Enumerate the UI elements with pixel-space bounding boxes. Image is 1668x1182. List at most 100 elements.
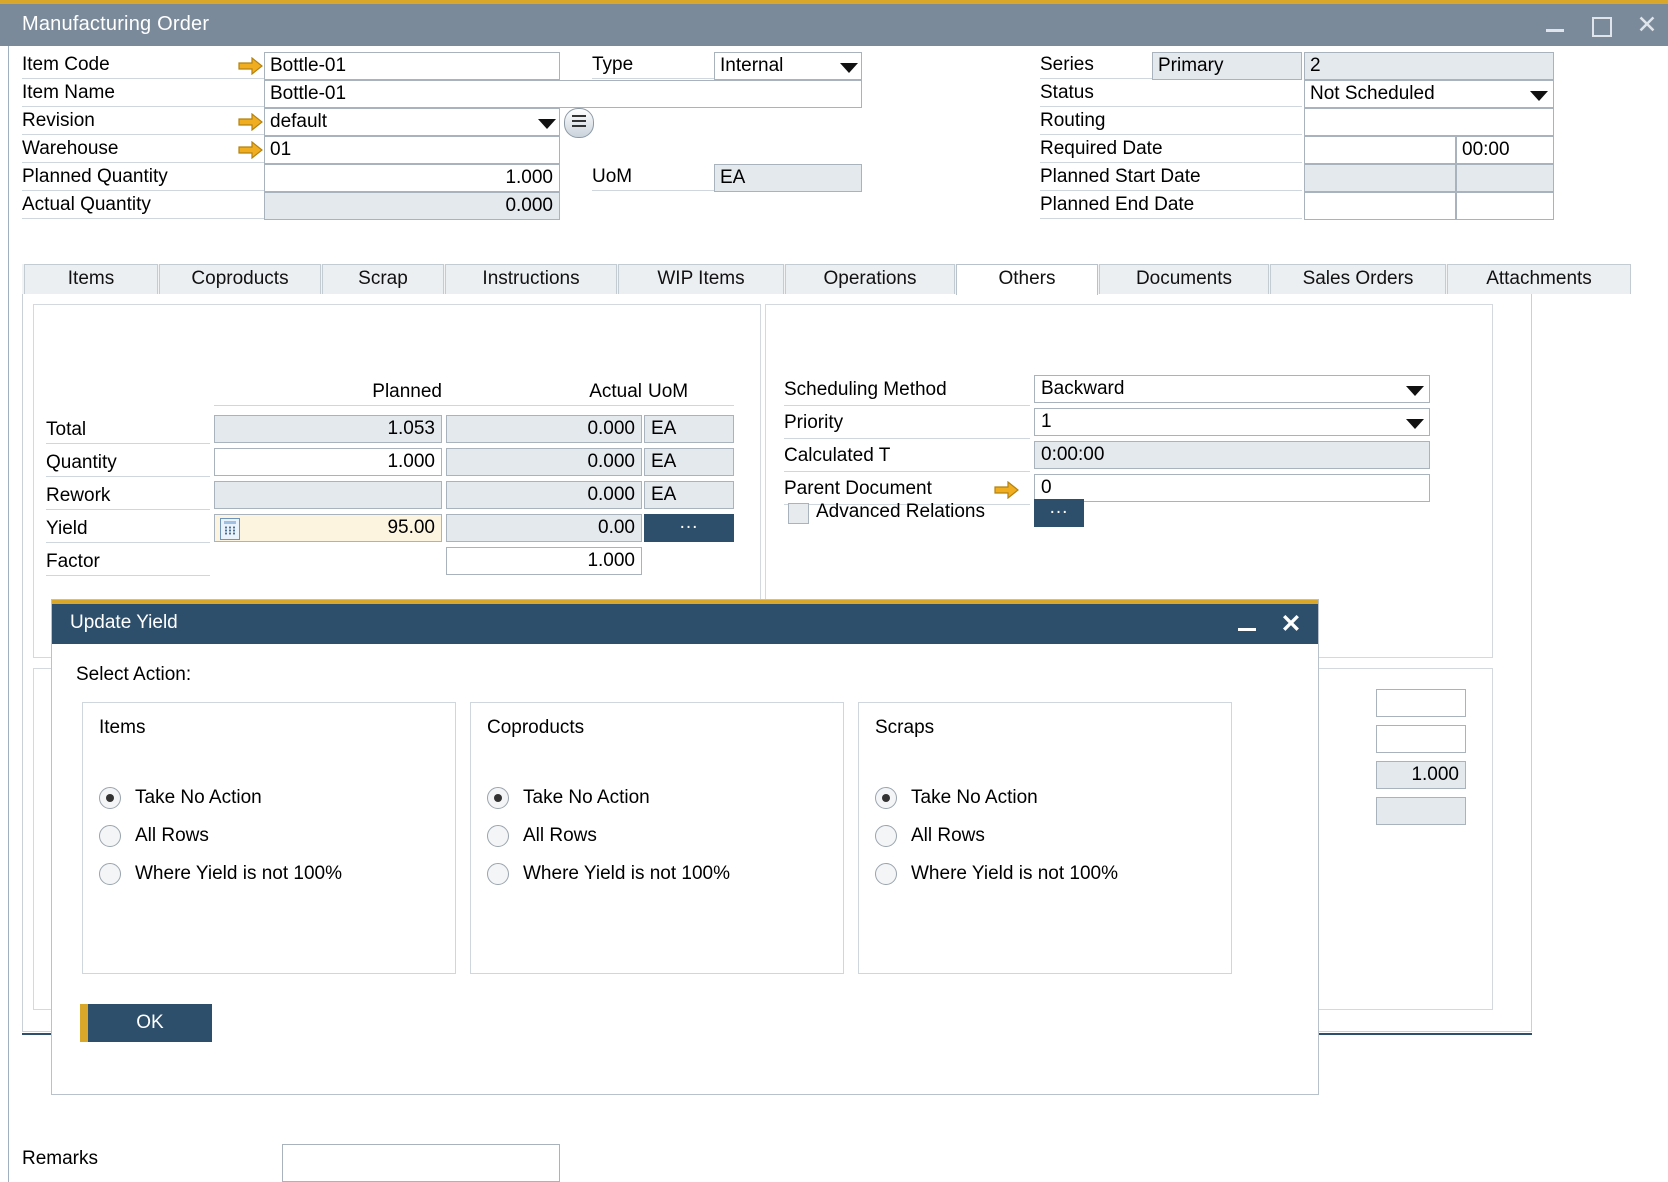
radio-icon[interactable]: [875, 787, 897, 809]
lower-right-field-1[interactable]: [1376, 689, 1466, 717]
coproducts-option-where-yield-not-100[interactable]: Where Yield is not 100%: [487, 861, 730, 887]
planned-quantity-input[interactable]: [264, 164, 560, 192]
chevron-down-icon[interactable]: [1406, 386, 1424, 396]
scraps-option-take-no-action[interactable]: Take No Action: [875, 785, 1038, 811]
priority-select[interactable]: [1034, 408, 1430, 436]
factor-actual-input[interactable]: [446, 547, 642, 575]
radio-icon[interactable]: [487, 787, 509, 809]
maximize-icon[interactable]: [1590, 14, 1612, 36]
revision-select[interactable]: [264, 108, 560, 136]
tab-documents[interactable]: Documents: [1099, 264, 1269, 294]
ok-button-label: OK: [136, 1012, 163, 1033]
row-label-rework: Rework: [46, 485, 206, 507]
radio-icon[interactable]: [487, 863, 509, 885]
tab-attachments[interactable]: Attachments: [1447, 264, 1631, 294]
yield-planned-input[interactable]: [214, 514, 442, 542]
row-label-quantity: Quantity: [46, 452, 206, 474]
revision-list-button[interactable]: [564, 108, 594, 138]
lower-right-field-2[interactable]: [1376, 725, 1466, 753]
divider: [22, 78, 264, 79]
link-arrow-icon[interactable]: [238, 141, 264, 159]
divider: [22, 162, 264, 163]
calculator-icon[interactable]: [220, 518, 240, 540]
divider: [1040, 218, 1302, 219]
divider: [46, 542, 210, 543]
item-code-input[interactable]: [264, 52, 560, 80]
coproducts-option-all-rows[interactable]: All Rows: [487, 823, 597, 849]
quantity-planned-input[interactable]: [214, 448, 442, 476]
dialog-close-icon[interactable]: ✕: [1280, 613, 1302, 635]
link-arrow-icon[interactable]: [238, 57, 264, 75]
option-label: All Rows: [135, 825, 209, 847]
tab-sales-orders[interactable]: Sales Orders: [1270, 264, 1446, 294]
tab-operations[interactable]: Operations: [785, 264, 955, 294]
items-option-where-yield-not-100[interactable]: Where Yield is not 100%: [99, 861, 342, 887]
divider: [784, 438, 1030, 439]
chevron-down-icon[interactable]: [840, 63, 858, 73]
radio-icon[interactable]: [99, 863, 121, 885]
radio-icon[interactable]: [99, 787, 121, 809]
planned-end-date-input[interactable]: [1304, 192, 1456, 220]
chevron-down-icon[interactable]: [1530, 91, 1548, 101]
scheduling-method-select[interactable]: [1034, 375, 1430, 403]
required-date-input[interactable]: [1304, 136, 1456, 164]
scraps-action-group: Scraps Take No Action All Rows Where Yie…: [858, 702, 1232, 974]
chevron-down-icon[interactable]: [1406, 419, 1424, 429]
radio-icon[interactable]: [487, 825, 509, 847]
yield-actual-input: [446, 514, 642, 542]
item-name-input[interactable]: [264, 80, 862, 108]
divider: [22, 218, 264, 219]
select-action-label: Select Action:: [76, 664, 191, 686]
yield-update-button[interactable]: ...: [644, 514, 734, 542]
tab-instructions[interactable]: Instructions: [445, 264, 617, 294]
items-option-all-rows[interactable]: All Rows: [99, 823, 209, 849]
tab-items[interactable]: Items: [24, 264, 158, 294]
tab-wip-items[interactable]: WIP Items: [618, 264, 784, 294]
close-icon[interactable]: ✕: [1636, 14, 1658, 36]
column-header-planned: Planned: [214, 381, 442, 403]
divider: [22, 190, 264, 191]
radio-icon[interactable]: [875, 825, 897, 847]
rework-planned-input: [214, 481, 442, 509]
scraps-option-all-rows[interactable]: All Rows: [875, 823, 985, 849]
link-arrow-icon[interactable]: [994, 481, 1020, 499]
scraps-group-title: Scraps: [875, 717, 934, 739]
total-actual-input: [446, 415, 642, 443]
warehouse-input[interactable]: [264, 136, 560, 164]
field-label-scheduling-method: Scheduling Method: [784, 379, 1044, 401]
series-number-input: [1304, 52, 1554, 80]
remarks-input[interactable]: [282, 1144, 560, 1182]
dialog-body: Select Action: Items Take No Action All …: [52, 644, 1318, 1094]
link-arrow-icon[interactable]: [238, 113, 264, 131]
minimize-icon[interactable]: [1544, 14, 1566, 36]
scraps-option-where-yield-not-100[interactable]: Where Yield is not 100%: [875, 861, 1118, 887]
option-label: Where Yield is not 100%: [135, 863, 342, 885]
coproducts-option-take-no-action[interactable]: Take No Action: [487, 785, 650, 811]
radio-icon[interactable]: [99, 825, 121, 847]
page-title: Manufacturing Order: [22, 13, 209, 36]
divider: [592, 190, 714, 191]
advanced-relations-button[interactable]: ...: [1034, 499, 1084, 527]
tab-others[interactable]: Others: [956, 264, 1098, 295]
required-time-input[interactable]: [1456, 136, 1554, 164]
divider: [46, 476, 210, 477]
parent-document-input[interactable]: [1034, 474, 1430, 502]
quantity-actual-input: [446, 448, 642, 476]
items-group-title: Items: [99, 717, 145, 739]
planned-end-time-input[interactable]: [1456, 192, 1554, 220]
field-label-calculated-t: Calculated T: [784, 445, 1044, 467]
chevron-down-icon[interactable]: [538, 119, 556, 129]
status-select[interactable]: [1304, 80, 1554, 108]
routing-input[interactable]: [1304, 108, 1554, 136]
dialog-minimize-icon[interactable]: [1236, 613, 1258, 635]
ok-button[interactable]: OK: [88, 1004, 212, 1042]
option-label: Where Yield is not 100%: [911, 863, 1118, 885]
advanced-relations-checkbox[interactable]: [788, 503, 809, 524]
remarks-label: Remarks: [22, 1148, 98, 1170]
radio-icon[interactable]: [875, 863, 897, 885]
items-option-take-no-action[interactable]: Take No Action: [99, 785, 262, 811]
option-label: Where Yield is not 100%: [523, 863, 730, 885]
tab-coproducts[interactable]: Coproducts: [159, 264, 321, 294]
series-input: [1152, 52, 1302, 80]
tab-scrap[interactable]: Scrap: [322, 264, 444, 294]
